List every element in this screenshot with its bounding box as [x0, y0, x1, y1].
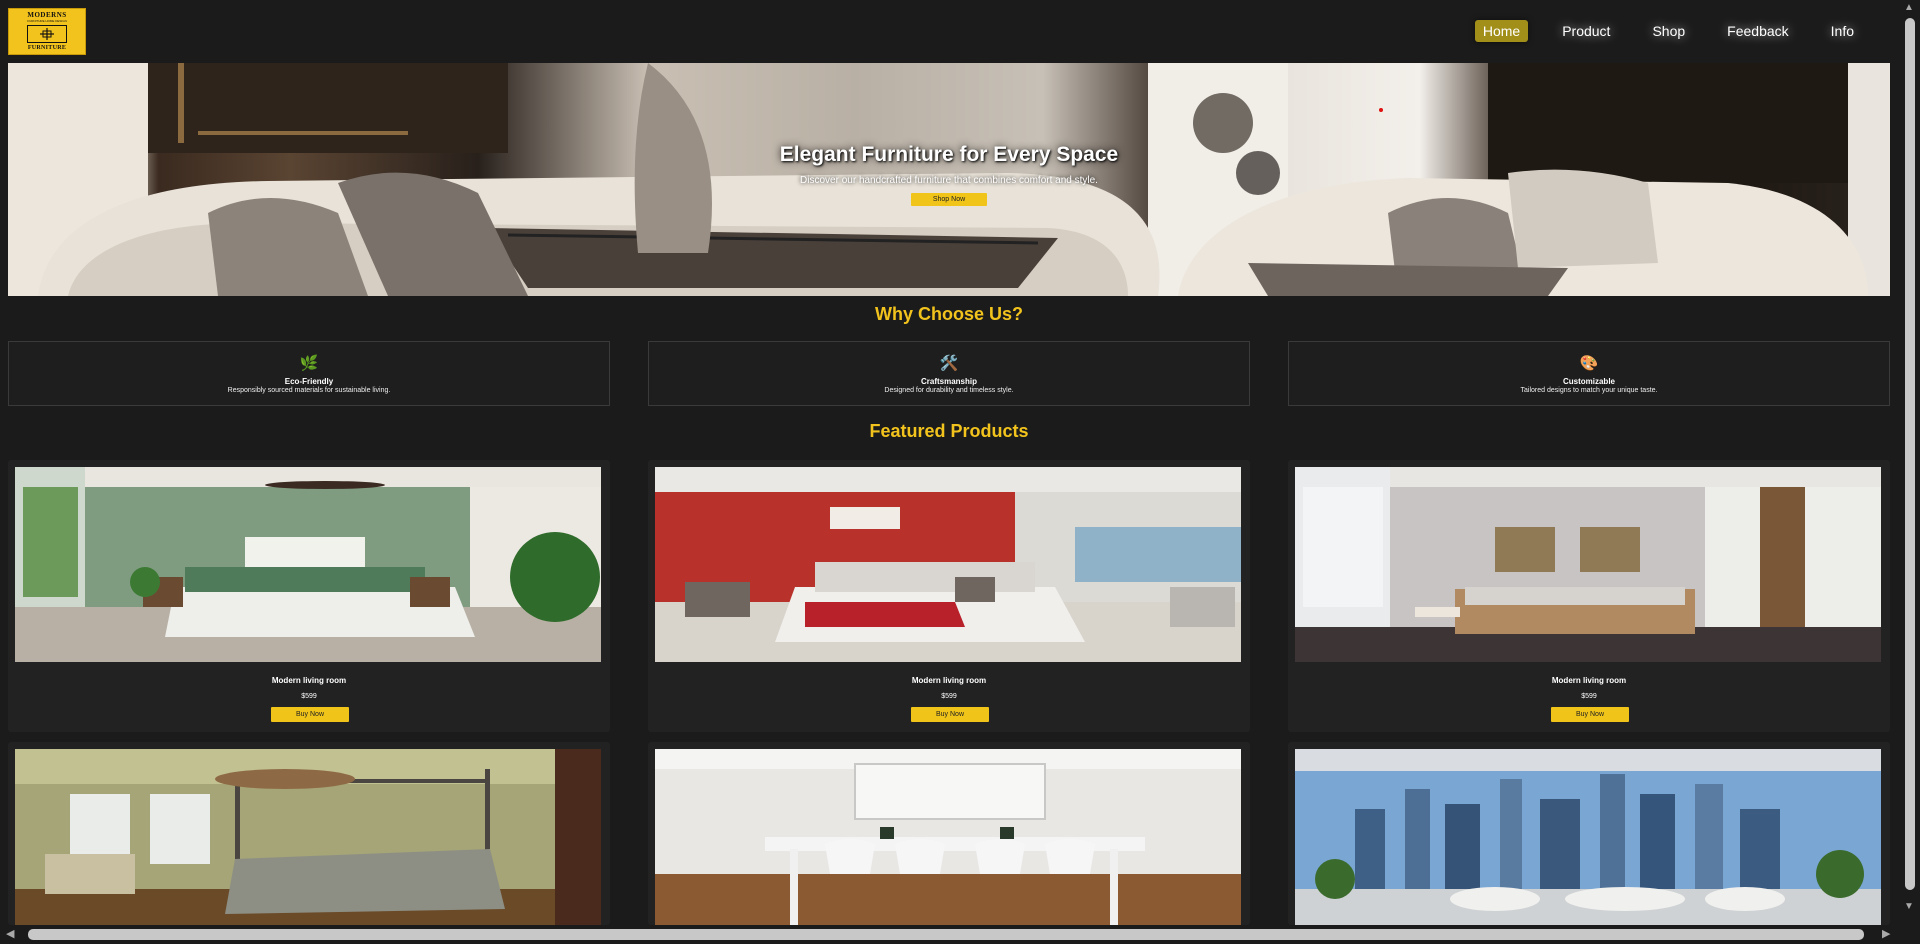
scroll-right-arrow-icon[interactable]: ▶ — [1882, 927, 1890, 940]
main-nav: Home Product Shop Feedback Info — [1449, 20, 1862, 42]
logo-text-top: MODERNS — [27, 11, 67, 19]
nav-info[interactable]: Info — [1823, 20, 1862, 42]
product-image-white-dining-room[interactable] — [655, 749, 1241, 925]
feature-title: Eco-Friendly — [284, 377, 334, 386]
feature-description: Tailored designs to match your unique ta… — [1520, 387, 1658, 394]
feature-title: Craftsmanship — [920, 377, 977, 386]
product-image-red-bedroom[interactable] — [655, 467, 1241, 662]
scroll-left-arrow-icon[interactable]: ◀ — [6, 927, 14, 940]
horizontal-scrollbar[interactable]: ◀ ▶ — [0, 925, 1920, 944]
product-name: Modern living room — [271, 676, 347, 685]
product-card — [648, 742, 1250, 925]
buy-now-button[interactable]: Buy Now — [1551, 707, 1629, 722]
product-price: $599 — [941, 693, 957, 700]
why-choose-us-heading: Why Choose Us? — [874, 304, 1023, 324]
nav-home[interactable]: Home — [1474, 20, 1529, 42]
feature-description: Responsibly sourced materials for sustai… — [227, 387, 391, 394]
logo-emblem-icon — [27, 25, 67, 43]
feature-title: Customizable — [1562, 377, 1615, 386]
product-card: Modern living room $599 Buy Now — [1288, 460, 1890, 732]
logo-text-bottom: FURNITURE — [27, 45, 67, 51]
product-price: $599 — [301, 693, 317, 700]
logo-tagline: FURNITURE HOME DESIGN — [27, 19, 67, 23]
leaf-icon: 🌿 — [299, 355, 319, 372]
nav-product[interactable]: Product — [1554, 20, 1618, 42]
hero-banner: Elegant Furniture for Every Space Discov… — [8, 63, 1890, 296]
palette-icon: 🎨 — [1579, 355, 1599, 372]
product-card — [8, 742, 610, 925]
feature-card-craftsmanship: 🛠️ Craftsmanship Designed for durability… — [648, 341, 1250, 406]
brand-logo[interactable]: MODERNS FURNITURE HOME DESIGN FURNITURE — [8, 8, 86, 55]
vertical-scroll-thumb[interactable] — [1905, 18, 1915, 890]
hero-title: Elegant Furniture for Every Space — [779, 143, 1119, 166]
nav-feedback[interactable]: Feedback — [1719, 20, 1796, 42]
product-name: Modern living room — [911, 676, 987, 685]
buy-now-button[interactable]: Buy Now — [911, 707, 989, 722]
scroll-down-arrow-icon[interactable]: ▼ — [1904, 901, 1914, 912]
hero-subtitle: Discover our handcrafted furniture that … — [800, 175, 1098, 186]
product-image-city-view-lounge[interactable] — [1295, 749, 1881, 925]
product-image-green-bedroom[interactable] — [15, 467, 601, 662]
scroll-up-arrow-icon[interactable]: ▲ — [1904, 2, 1914, 13]
vertical-scrollbar[interactable]: ▲ ▼ — [1900, 0, 1920, 925]
product-image-canopy-bedroom[interactable] — [15, 749, 601, 925]
product-image-grey-bedroom[interactable] — [1295, 467, 1881, 662]
site-header: MODERNS FURNITURE HOME DESIGN FURNITURE … — [0, 0, 1900, 62]
feature-card-eco: 🌿 Eco-Friendly Responsibly sourced mater… — [8, 341, 610, 406]
hero-indicator-dot — [1379, 108, 1383, 112]
product-card: Modern living room $599 Buy Now — [648, 460, 1250, 732]
feature-card-customizable: 🎨 Customizable Tailored designs to match… — [1288, 341, 1890, 406]
product-card — [1288, 742, 1890, 925]
featured-products-heading: Featured Products — [869, 421, 1029, 441]
buy-now-button[interactable]: Buy Now — [271, 707, 349, 722]
shop-now-button[interactable]: Shop Now — [910, 193, 988, 206]
hero-content: Elegant Furniture for Every Space Discov… — [8, 143, 1890, 206]
product-card: Modern living room $599 Buy Now — [8, 460, 610, 732]
tools-icon: 🛠️ — [939, 355, 959, 372]
nav-shop[interactable]: Shop — [1644, 20, 1693, 42]
feature-description: Designed for durability and timeless sty… — [884, 387, 1014, 394]
horizontal-scroll-thumb[interactable] — [28, 929, 1864, 940]
product-price: $599 — [1581, 693, 1597, 700]
product-name: Modern living room — [1551, 676, 1627, 685]
